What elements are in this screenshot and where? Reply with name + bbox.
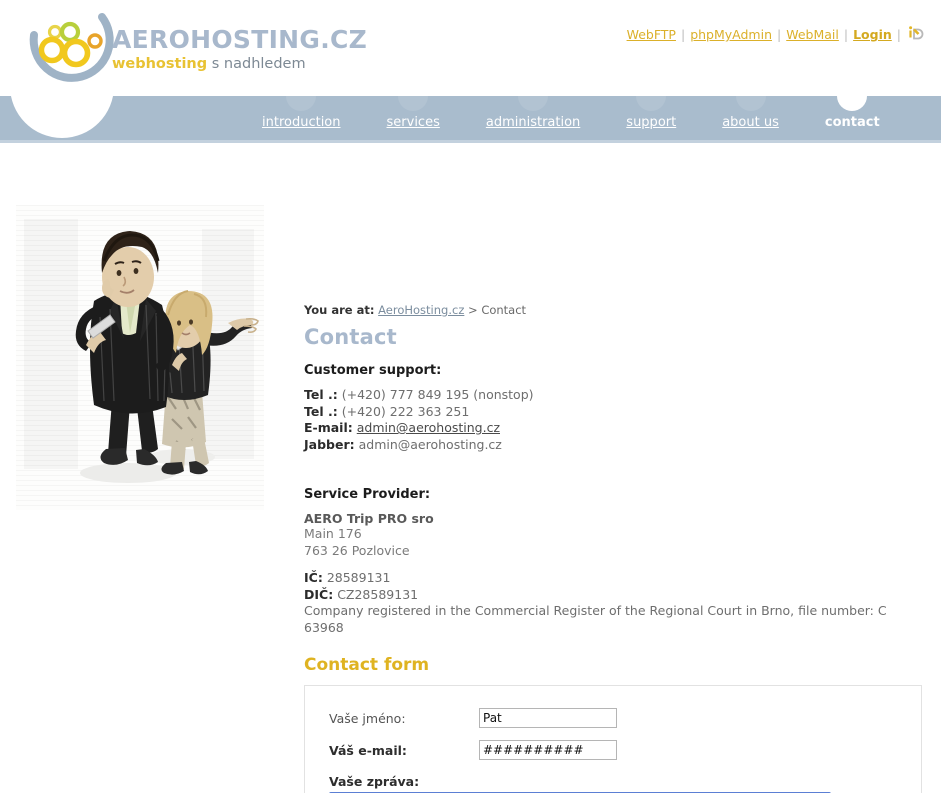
provider-spacer	[304, 559, 925, 570]
customer-support-block: Customer support: Tel .: (+420) 777 849 …	[304, 363, 534, 453]
nav-dot-icon	[735, 96, 766, 111]
form-row-name: Vaše jméno:	[305, 708, 921, 728]
toplink-separator-1: |	[680, 27, 686, 42]
site-header: AEROHOSTING.CZ webhosting s nadhledem We…	[0, 0, 941, 96]
nav-item-introduction[interactable]: introduction	[262, 96, 341, 140]
breadcrumb-home-link[interactable]: AeroHosting.cz	[378, 303, 464, 317]
contact-form-title: Contact form	[304, 655, 430, 675]
toplink-phpmyadmin[interactable]: phpMyAdmin	[690, 27, 772, 42]
nav-item-contact[interactable]: contact	[825, 96, 880, 140]
toplink-webftp[interactable]: WebFTP	[627, 27, 676, 42]
provider-dic-value: CZ28589131	[337, 586, 419, 602]
contact-form-panel: Vaše jméno: Váš e-mail: Vaše zpráva: Can…	[304, 685, 922, 793]
customer-support-heading: Customer support:	[304, 363, 442, 378]
main-navigation: introduction services administration sup…	[0, 96, 941, 143]
service-provider-block: Service Provider: AERO Trip PRO sro Main…	[304, 487, 925, 636]
support-email-label: E-mail:	[304, 420, 353, 435]
provider-city: 763 26 Pozlovice	[304, 542, 410, 558]
nav-label-contact: contact	[824, 115, 880, 130]
nav-list: introduction services administration sup…	[0, 96, 941, 140]
nav-dot-icon	[636, 96, 667, 111]
support-tel-1-value: (+420) 777 849 195 (nonstop)	[341, 387, 534, 402]
nav-label-support: support	[626, 115, 677, 130]
nav-label-about-us: about us	[722, 115, 779, 130]
support-jabber-value: admin@aerohosting.cz	[358, 436, 502, 452]
support-tel-1-label: Tel .:	[304, 387, 338, 402]
breadcrumb-prefix: You are at:	[304, 303, 375, 317]
toplink-separator-4: |	[896, 27, 901, 42]
provider-ic-label: IČ:	[304, 570, 323, 585]
toplink-login[interactable]: Login	[853, 27, 892, 42]
provider-registration-note: Company registered in the Commercial Reg…	[304, 603, 887, 635]
toplink-separator-3: |	[843, 27, 849, 42]
brand-text: AEROHOSTING.CZ webhosting s nadhledem	[112, 26, 367, 73]
form-row-email: Váš e-mail:	[305, 740, 921, 760]
toplink-webmail[interactable]: WebMail	[786, 27, 839, 42]
support-email: E-mail: admin@aerohosting.cz	[304, 420, 534, 437]
toplink-separator-2: |	[777, 27, 782, 42]
nav-item-services[interactable]: services	[387, 96, 440, 140]
provider-ic-value: 28589131	[326, 570, 391, 585]
nav-item-administration[interactable]: administration	[486, 96, 580, 140]
brand-tagline-bold: webhosting	[112, 56, 208, 72]
breadcrumb-current: Contact	[481, 303, 527, 317]
page-title: Contact	[304, 325, 397, 349]
name-field-label: Vaše jméno:	[329, 710, 406, 726]
nav-dot-active-icon	[837, 96, 868, 111]
nav-label-introduction: introduction	[262, 115, 341, 130]
support-tel-2-label: Tel .:	[304, 403, 338, 419]
support-tel-2-value: (+420) 222 363 251	[341, 403, 470, 419]
page-root: AEROHOSTING.CZ webhosting s nadhledem We…	[0, 0, 941, 793]
nav-label-services: services	[386, 115, 440, 130]
provider-ic: IČ: 28589131	[304, 570, 925, 587]
breadcrumb-separator: >	[468, 303, 478, 317]
message-field-label: Vaše zpráva:	[329, 774, 420, 789]
service-provider-heading: Service Provider:	[304, 487, 431, 502]
email-field-label: Váš e-mail:	[329, 742, 407, 758]
nav-dot-icon	[518, 96, 549, 111]
brand-title: AEROHOSTING.CZ	[112, 25, 368, 54]
support-tel-1: Tel .: (+420) 777 849 195 (nonstop)	[304, 387, 534, 404]
sidebar	[16, 205, 264, 510]
provider-dic: DIČ: CZ28589131	[304, 587, 925, 604]
support-jabber-label: Jabber:	[304, 436, 355, 452]
name-input[interactable]	[479, 708, 617, 728]
aerohosting-circles-logo[interactable]	[16, 5, 116, 97]
nav-item-about-us[interactable]: about us	[722, 96, 779, 140]
brand-tagline: webhosting s nadhledem	[112, 55, 367, 73]
provider-dic-label: DIČ:	[304, 586, 334, 602]
nav-dot-icon	[286, 96, 317, 111]
id-card-icon[interactable]	[909, 26, 925, 44]
support-email-link[interactable]: admin@aerohosting.cz	[357, 420, 500, 435]
nav-dot-icon	[398, 96, 429, 111]
brand-tagline-rest: s nadhledem	[207, 56, 306, 72]
support-tel-2: Tel .: (+420) 222 363 251	[304, 404, 534, 421]
business-people-on-phones-photo	[16, 205, 264, 510]
provider-street: Main 176	[304, 526, 362, 541]
provider-company-name: AERO Trip PRO sro	[304, 511, 434, 526]
nav-label-administration: administration	[485, 115, 581, 130]
breadcrumb: You are at: AeroHosting.cz > Contact	[304, 303, 526, 317]
nav-item-support[interactable]: support	[626, 96, 676, 140]
email-input[interactable]	[479, 740, 617, 760]
support-jabber: Jabber: admin@aerohosting.cz	[304, 437, 534, 454]
top-utility-links: WebFTP | phpMyAdmin | WebMail | Login |	[627, 26, 925, 44]
